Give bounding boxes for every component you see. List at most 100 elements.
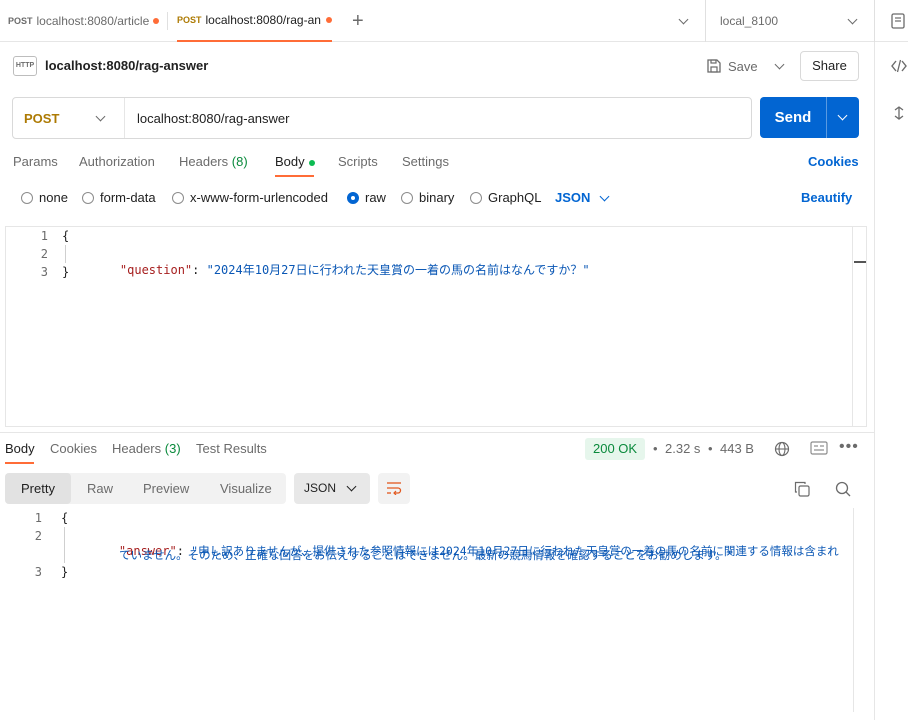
line-number: 3 xyxy=(40,265,48,279)
view-pretty[interactable]: Pretty xyxy=(5,473,71,504)
radio-circle-selected xyxy=(347,191,359,204)
request-name[interactable]: localhost:8080/rag-answer xyxy=(45,58,208,73)
tab-article[interactable]: POST localhost:8080/article xyxy=(8,0,164,42)
code-brace-open: { xyxy=(61,511,69,525)
code-brace-close: } xyxy=(61,565,69,579)
radio-raw[interactable]: raw xyxy=(347,190,386,205)
response-tab-headers[interactable]: Headers (3) xyxy=(112,441,181,456)
response-scrollbar[interactable] xyxy=(853,508,867,712)
tab-headers[interactable]: Headers (8) xyxy=(179,154,248,169)
indent-guide xyxy=(64,527,65,563)
tab-method: POST xyxy=(177,15,202,25)
radio-circle xyxy=(172,191,184,204)
radio-label: none xyxy=(39,190,68,205)
wrap-lines-button[interactable] xyxy=(378,473,410,504)
response-divider[interactable] xyxy=(0,432,874,433)
response-view-group: Pretty Raw Preview Visualize xyxy=(5,473,286,504)
code-line-question: "question": "2024年10月27日に行われた天皇賞の一着の馬の名前… xyxy=(91,247,590,292)
save-example-icon[interactable] xyxy=(810,441,828,455)
send-button[interactable]: Send xyxy=(760,97,859,138)
body-format-selector[interactable]: JSON xyxy=(555,190,590,205)
save-button[interactable]: Save xyxy=(706,51,758,81)
response-format-selector[interactable]: JSON xyxy=(294,473,370,504)
response-format-label: JSON xyxy=(304,481,337,495)
tab-headers-label: Headers xyxy=(179,154,229,169)
response-time[interactable]: 2.32 s xyxy=(665,441,700,456)
unsaved-dot xyxy=(152,18,159,24)
new-tab-plus-icon[interactable]: + xyxy=(352,11,364,31)
send-options-chevron-icon[interactable] xyxy=(837,110,848,121)
radio-none[interactable]: none xyxy=(21,190,68,205)
tab-params[interactable]: Params xyxy=(13,154,58,169)
indent-guide xyxy=(65,245,66,263)
response-tab-headers-label: Headers xyxy=(112,441,162,456)
json-colon: : xyxy=(192,263,207,277)
radio-label: form-data xyxy=(100,190,156,205)
json-value-answer-line2: ていません。そのため、正確な回答をお伝えすることはできません。最新の競馬情報を確… xyxy=(119,548,734,562)
method-selector[interactable]: POST xyxy=(24,111,59,126)
globe-icon[interactable] xyxy=(774,441,790,457)
response-tab-headers-count: (3) xyxy=(164,441,181,456)
editor-scrollbar[interactable] xyxy=(852,227,866,426)
tab-body[interactable]: Body xyxy=(275,154,315,169)
tab-url: localhost:8080/rag-an xyxy=(205,13,321,27)
beautify-button[interactable]: Beautify xyxy=(801,190,852,205)
response-active-tab-underline xyxy=(5,462,34,464)
json-value-question: "2024年10月27日に行われた天皇賞の一着の馬の名前はなんですか？" xyxy=(206,263,590,277)
response-size[interactable]: 443 B xyxy=(720,441,754,456)
radio-form-data[interactable]: form-data xyxy=(82,190,156,205)
bullet-separator: • xyxy=(653,441,658,456)
search-icon[interactable] xyxy=(835,481,851,497)
radio-graphql[interactable]: GraphQL xyxy=(470,190,541,205)
radio-label: raw xyxy=(365,190,386,205)
save-label: Save xyxy=(728,58,758,74)
environment-selector[interactable]: local_8100 xyxy=(720,14,778,28)
more-options-icon[interactable]: ••• xyxy=(839,438,859,456)
tabs-dropdown-chevron-icon[interactable] xyxy=(678,14,689,25)
response-body-viewer[interactable]: 1 2 3 { "answer": "申し訳ありませんが、提供された参照情報には… xyxy=(0,508,874,720)
radio-circle xyxy=(401,191,413,204)
tab-settings[interactable]: Settings xyxy=(402,154,449,169)
response-tab-cookies[interactable]: Cookies xyxy=(50,441,97,456)
line-number: 3 xyxy=(34,565,42,579)
response-tab-body[interactable]: Body xyxy=(5,441,35,456)
active-tab-underline xyxy=(275,175,314,177)
save-options-chevron-icon[interactable] xyxy=(774,59,785,70)
url-input[interactable]: localhost:8080/rag-answer xyxy=(137,111,289,126)
radio-label: binary xyxy=(419,190,455,205)
related-collections-icon[interactable] xyxy=(893,106,905,120)
copy-icon[interactable] xyxy=(794,481,810,497)
response-tab-test-results[interactable]: Test Results xyxy=(196,441,267,456)
tab-scripts[interactable]: Scripts xyxy=(338,154,378,169)
share-button[interactable]: Share xyxy=(800,51,859,81)
send-divider xyxy=(826,97,827,138)
bullet-separator: • xyxy=(708,441,713,456)
url-divider xyxy=(124,98,125,138)
view-raw[interactable]: Raw xyxy=(87,473,113,504)
method-chevron-icon[interactable] xyxy=(95,111,106,122)
radio-binary[interactable]: binary xyxy=(401,190,454,205)
radio-circle xyxy=(82,191,94,204)
tab-authorization[interactable]: Authorization xyxy=(79,154,155,169)
view-preview[interactable]: Preview xyxy=(143,473,189,504)
cookies-link[interactable]: Cookies xyxy=(808,154,859,169)
radio-urlencoded[interactable]: x-www-form-urlencoded xyxy=(172,190,328,205)
view-visualize[interactable]: Visualize xyxy=(220,473,272,504)
json-key-question: "question" xyxy=(119,263,193,277)
tab-body-label: Body xyxy=(275,154,305,169)
tab-bar: POST localhost:8080/article POST localho… xyxy=(0,0,908,42)
send-label: Send xyxy=(774,109,812,126)
request-body-editor[interactable]: 1 2 3 { "question": "2024年10月27日に行われた天皇賞… xyxy=(5,226,867,427)
tab-rag-answer[interactable]: POST localhost:8080/rag-an xyxy=(177,0,332,42)
wrap-lines-icon xyxy=(387,482,402,495)
radio-label: GraphQL xyxy=(488,190,542,205)
body-format-chevron-icon[interactable] xyxy=(599,191,610,202)
code-snippet-icon[interactable] xyxy=(891,59,907,73)
url-bar: POST localhost:8080/rag-answer xyxy=(12,97,752,139)
environment-quick-look-icon[interactable] xyxy=(891,13,905,29)
body-indicator-dot xyxy=(308,159,315,166)
environment-chevron-icon[interactable] xyxy=(847,14,858,25)
status-badge[interactable]: 200 OK xyxy=(585,438,646,460)
code-brace-open: { xyxy=(62,229,70,243)
tab-divider xyxy=(167,12,168,30)
